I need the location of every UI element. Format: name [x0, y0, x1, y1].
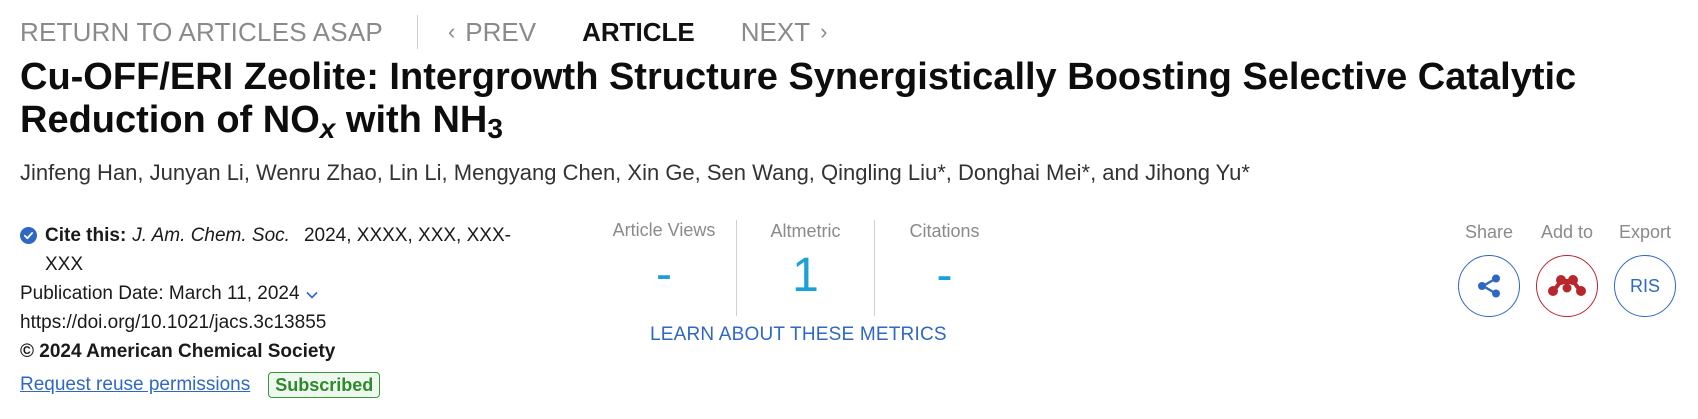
- citations-value: -: [936, 249, 953, 302]
- nav-divider: [416, 15, 418, 49]
- share-action: Share: [1450, 222, 1528, 317]
- altmetric-metric[interactable]: Altmetric 1: [736, 220, 874, 316]
- cite-this-row[interactable]: Cite this: J. Am. Chem. Soc. 2024, XXXX, X…: [20, 221, 540, 279]
- next-label: NEXT: [740, 16, 811, 47]
- title-subscript-x: x: [319, 113, 336, 144]
- article-tab[interactable]: ARTICLE: [582, 17, 695, 48]
- export-ris-button[interactable]: RIS: [1614, 255, 1676, 317]
- mendeley-button[interactable]: [1536, 255, 1598, 317]
- title-main: Cu-OFF/ERI Zeolite: Intergrowth Structur…: [20, 56, 1577, 141]
- export-action: Export RIS: [1606, 222, 1684, 317]
- citations-metric: Citations -: [874, 220, 1014, 316]
- article-nav: RETURN TO ARTICLES ASAP ‹ PREV ARTICLE N…: [20, 12, 827, 52]
- prev-label: PREV: [465, 16, 537, 47]
- export-label: Export: [1618, 222, 1672, 242]
- publication-date-row[interactable]: Publication Date: March 11, 2024: [20, 279, 540, 308]
- metrics-panel: Article Views - Altmetric 1 Citations -: [592, 220, 1014, 320]
- altmetric-label: Altmetric: [770, 221, 841, 241]
- add-to-action: Add to: [1528, 222, 1606, 317]
- prev-link[interactable]: ‹ PREV: [448, 17, 536, 48]
- return-to-articles-link[interactable]: RETURN TO ARTICLES ASAP: [20, 17, 383, 48]
- altmetric-value[interactable]: 1: [737, 246, 874, 306]
- share-label: Share: [1464, 222, 1514, 242]
- add-to-label: Add to: [1540, 222, 1594, 242]
- copyright: © 2024 American Chemical Society: [20, 341, 336, 362]
- article-views-value: -: [656, 248, 672, 301]
- article-actions: Share Add to Export RIS: [1450, 222, 1684, 317]
- title-subscript-3: 3: [487, 113, 503, 144]
- article-views-metric: Article Views -: [592, 220, 736, 320]
- check-circle-icon: [20, 227, 37, 244]
- citations-label: Citations: [909, 221, 980, 241]
- cite-label: Cite this:: [45, 225, 127, 246]
- title-with: with NH: [335, 99, 488, 141]
- subscribed-badge: Subscribed: [268, 371, 381, 398]
- chevron-right-icon: ›: [820, 19, 828, 44]
- citation-block: Cite this: J. Am. Chem. Soc. 2024, XXXX, X…: [20, 221, 540, 399]
- share-button[interactable]: [1458, 255, 1520, 317]
- publication-date: Publication Date: March 11, 2024: [20, 283, 300, 304]
- article-title: Cu-OFF/ERI Zeolite: Intergrowth Structur…: [20, 56, 1680, 144]
- chevron-down-icon[interactable]: [305, 279, 318, 308]
- article-views-label: Article Views: [612, 220, 716, 240]
- reuse-permissions-link[interactable]: Request reuse permissions: [20, 370, 250, 399]
- share-icon: [1478, 274, 1500, 298]
- learn-metrics-link[interactable]: LEARN ABOUT THESE METRICS: [650, 324, 947, 346]
- chevron-left-icon: ‹: [447, 19, 456, 44]
- author-list[interactable]: Jinfeng Han, Junyan Li, Wenru Zhao, Lin …: [20, 160, 1250, 186]
- mendeley-icon: [1548, 275, 1586, 296]
- doi-link[interactable]: https://doi.org/10.1021/jacs.3c13855: [20, 308, 540, 337]
- journal-name: J. Am. Chem. Soc.: [132, 225, 290, 246]
- next-link[interactable]: NEXT ›: [741, 17, 828, 48]
